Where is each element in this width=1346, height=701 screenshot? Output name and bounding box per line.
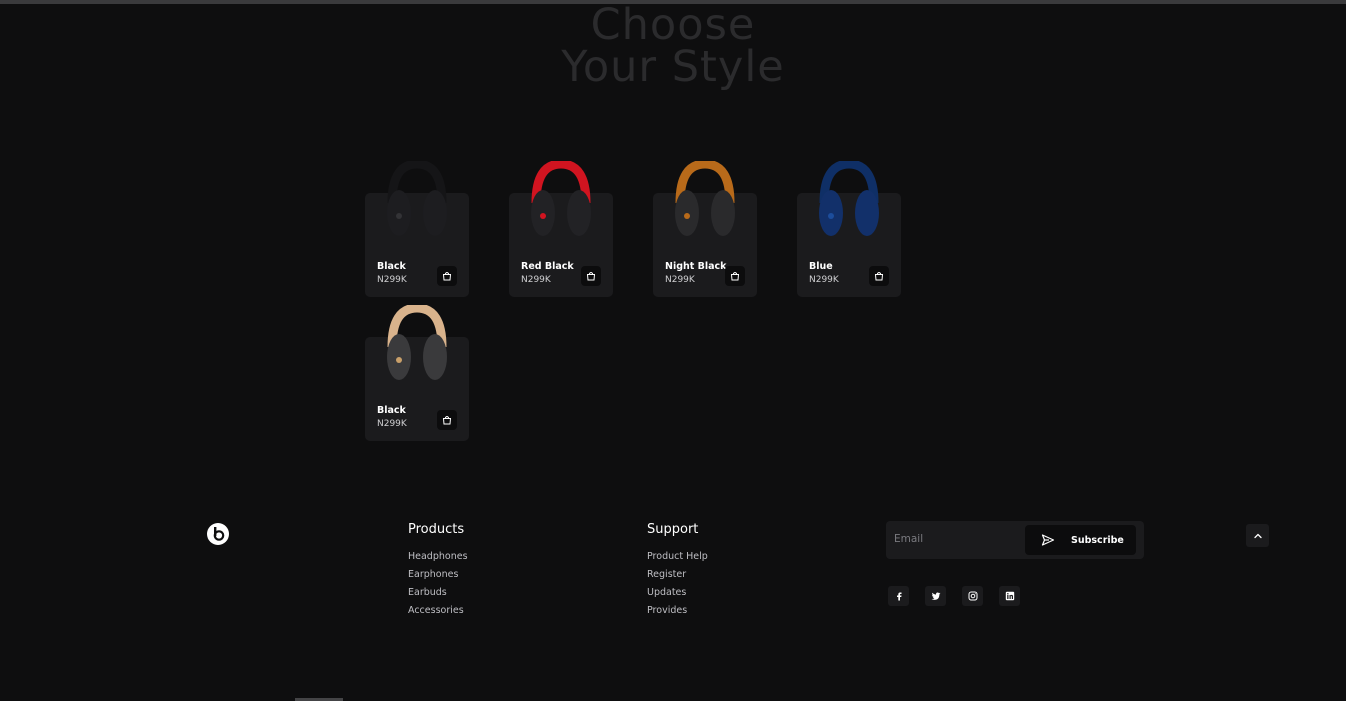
add-to-bag-button[interactable] (725, 266, 745, 286)
add-to-bag-button[interactable] (869, 266, 889, 286)
product-price: N299K (377, 275, 407, 285)
product-name: Black (377, 405, 406, 416)
facebook-button[interactable] (888, 586, 909, 606)
add-to-bag-button[interactable] (437, 410, 457, 430)
footer-link-product-help[interactable]: Product Help (647, 551, 708, 562)
section-title: Choose Your Style (0, 0, 1346, 92)
chevron-up-icon (1253, 533, 1262, 538)
instagram-icon (968, 591, 977, 601)
product-card[interactable]: Black N299K (365, 305, 469, 441)
product-name: Blue (809, 261, 833, 272)
product-name: Black (377, 261, 406, 272)
support-heading: Support (647, 522, 699, 537)
product-card[interactable]: Red Black N299K (509, 161, 613, 297)
product-card[interactable]: Black N299K (365, 161, 469, 297)
footer-link-earbuds[interactable]: Earbuds (408, 587, 447, 598)
headphone-image (387, 305, 447, 380)
product-price: N299K (809, 275, 839, 285)
product-price: N299K (521, 275, 551, 285)
shopping-bag-icon (586, 272, 596, 281)
email-input[interactable]: Email (894, 533, 923, 545)
shopping-bag-icon (442, 416, 452, 425)
twitter-button[interactable] (925, 586, 946, 606)
subscribe-form: Email Subscribe (886, 521, 1144, 559)
product-price: N299K (377, 419, 407, 429)
product-card[interactable]: Night Black N299K (653, 161, 757, 297)
title-line-2: Your Style (561, 42, 785, 92)
shopping-bag-icon (442, 272, 452, 281)
add-to-bag-button[interactable] (581, 266, 601, 286)
instagram-button[interactable] (962, 586, 983, 606)
footer-link-earphones[interactable]: Earphones (408, 569, 458, 580)
product-card[interactable]: Blue N299K (797, 161, 901, 297)
shopping-bag-icon (730, 272, 740, 281)
headphone-image (819, 161, 879, 236)
product-name: Night Black (665, 261, 727, 272)
add-to-bag-button[interactable] (437, 266, 457, 286)
footer-link-accessories[interactable]: Accessories (408, 605, 464, 616)
product-price: N299K (665, 275, 695, 285)
subscribe-button[interactable]: Subscribe (1025, 525, 1136, 555)
linkedin-button[interactable] (999, 586, 1020, 606)
send-icon (1041, 534, 1055, 546)
subscribe-label: Subscribe (1071, 534, 1124, 546)
title-line-1: Choose (590, 0, 756, 50)
headphone-image (531, 161, 591, 236)
shopping-bag-icon (874, 272, 884, 281)
beats-logo-icon[interactable] (207, 523, 229, 545)
footer-link-headphones[interactable]: Headphones (408, 551, 468, 562)
footer-link-provides[interactable]: Provides (647, 605, 687, 616)
products-heading: Products (408, 522, 465, 537)
headphone-image (387, 161, 447, 236)
footer-link-register[interactable]: Register (647, 569, 686, 580)
product-name: Red Black (521, 261, 574, 272)
linkedin-icon (1005, 591, 1014, 601)
footer-link-updates[interactable]: Updates (647, 587, 686, 598)
headphone-image (675, 161, 735, 236)
twitter-icon (931, 592, 940, 600)
scroll-to-top-button[interactable] (1246, 524, 1269, 547)
facebook-icon (896, 592, 901, 601)
